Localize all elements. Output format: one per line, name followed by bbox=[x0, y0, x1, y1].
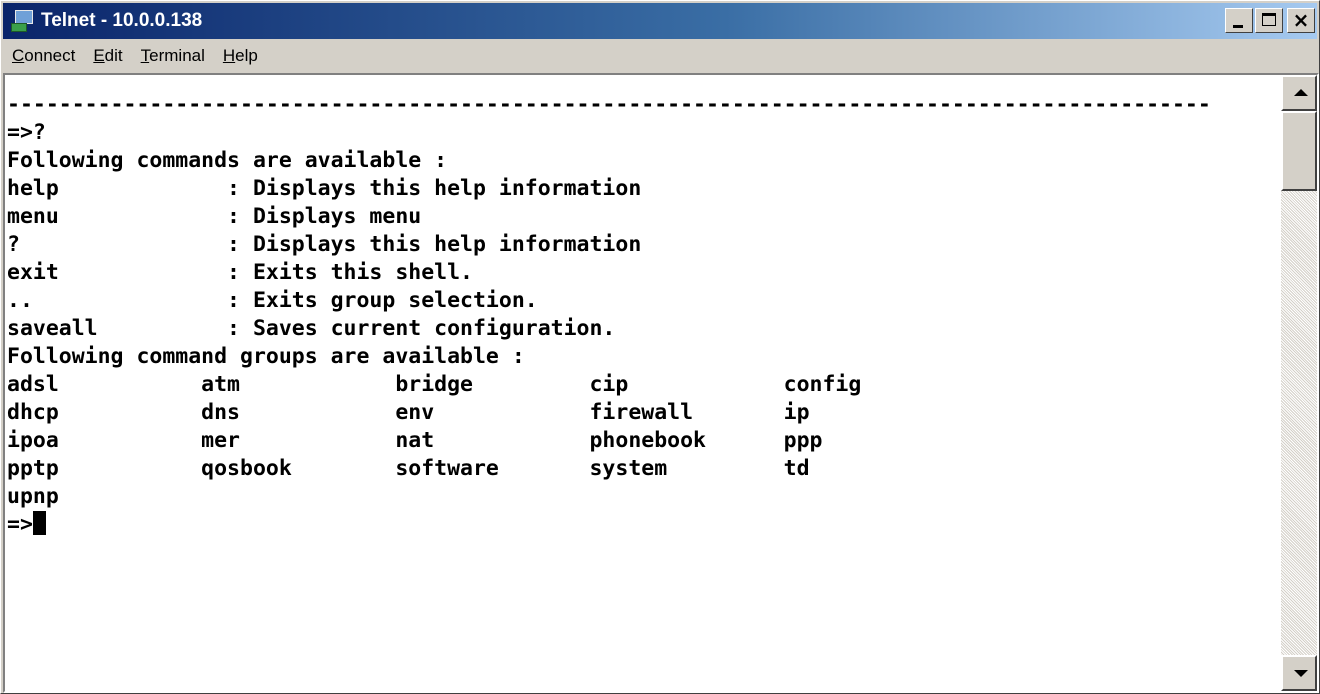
terminal-line: adsl atm bridge cip config bbox=[7, 372, 862, 397]
terminal-line: Following command groups are available : bbox=[7, 344, 525, 369]
terminal-line: ----------------------------------------… bbox=[7, 92, 1211, 117]
maximize-icon bbox=[1262, 13, 1276, 26]
menu-connect[interactable]: Connect bbox=[3, 44, 84, 68]
terminal-line: ? : Displays this help information bbox=[7, 232, 642, 257]
window-title: Telnet - 10.0.0.138 bbox=[41, 10, 203, 31]
maximize-button[interactable] bbox=[1255, 8, 1283, 33]
vertical-scrollbar[interactable] bbox=[1281, 75, 1317, 691]
terminal-screen[interactable]: ----------------------------------------… bbox=[5, 75, 1281, 691]
arrow-up-icon bbox=[1294, 89, 1308, 96]
caption-buttons: × bbox=[1225, 8, 1315, 33]
telnet-icon[interactable] bbox=[9, 8, 35, 34]
scroll-down-button[interactable] bbox=[1281, 655, 1317, 691]
terminal-prompt-line[interactable]: => bbox=[7, 511, 1211, 539]
title-bar[interactable]: Telnet - 10.0.0.138 × bbox=[3, 3, 1317, 39]
terminal-frame: ----------------------------------------… bbox=[3, 73, 1319, 693]
terminal-line: =>? bbox=[7, 120, 46, 145]
menu-bar: Connect Edit Terminal Help bbox=[3, 41, 1317, 71]
close-button[interactable]: × bbox=[1287, 8, 1315, 33]
terminal-output: ----------------------------------------… bbox=[7, 91, 1211, 539]
terminal-line: menu : Displays menu bbox=[7, 204, 422, 229]
minimize-button[interactable] bbox=[1225, 8, 1253, 33]
terminal-line: ipoa mer nat phonebook ppp bbox=[7, 428, 823, 453]
telnet-window: Telnet - 10.0.0.138 × Connect Edit Termi… bbox=[0, 0, 1320, 694]
arrow-down-icon bbox=[1294, 670, 1308, 677]
terminal-line: pptp qosbook software system td bbox=[7, 456, 810, 481]
terminal-line: .. : Exits group selection. bbox=[7, 288, 538, 313]
menu-edit[interactable]: Edit bbox=[84, 44, 131, 68]
text-cursor bbox=[32, 511, 46, 535]
terminal-prompt: => bbox=[7, 512, 33, 537]
terminal-line: saveall : Saves current configuration. bbox=[7, 316, 616, 341]
close-icon: × bbox=[1292, 8, 1310, 32]
terminal-line: upnp bbox=[7, 484, 59, 509]
terminal-line: dhcp dns env firewall ip bbox=[7, 400, 810, 425]
terminal-line: exit : Exits this shell. bbox=[7, 260, 473, 285]
terminal-line: Following commands are available : bbox=[7, 148, 448, 173]
menu-help[interactable]: Help bbox=[214, 44, 267, 68]
menu-terminal[interactable]: Terminal bbox=[132, 44, 214, 68]
terminal-line: help : Displays this help information bbox=[7, 176, 642, 201]
scroll-up-button[interactable] bbox=[1281, 75, 1317, 111]
scrollbar-thumb[interactable] bbox=[1281, 111, 1317, 191]
minimize-icon bbox=[1233, 25, 1243, 28]
